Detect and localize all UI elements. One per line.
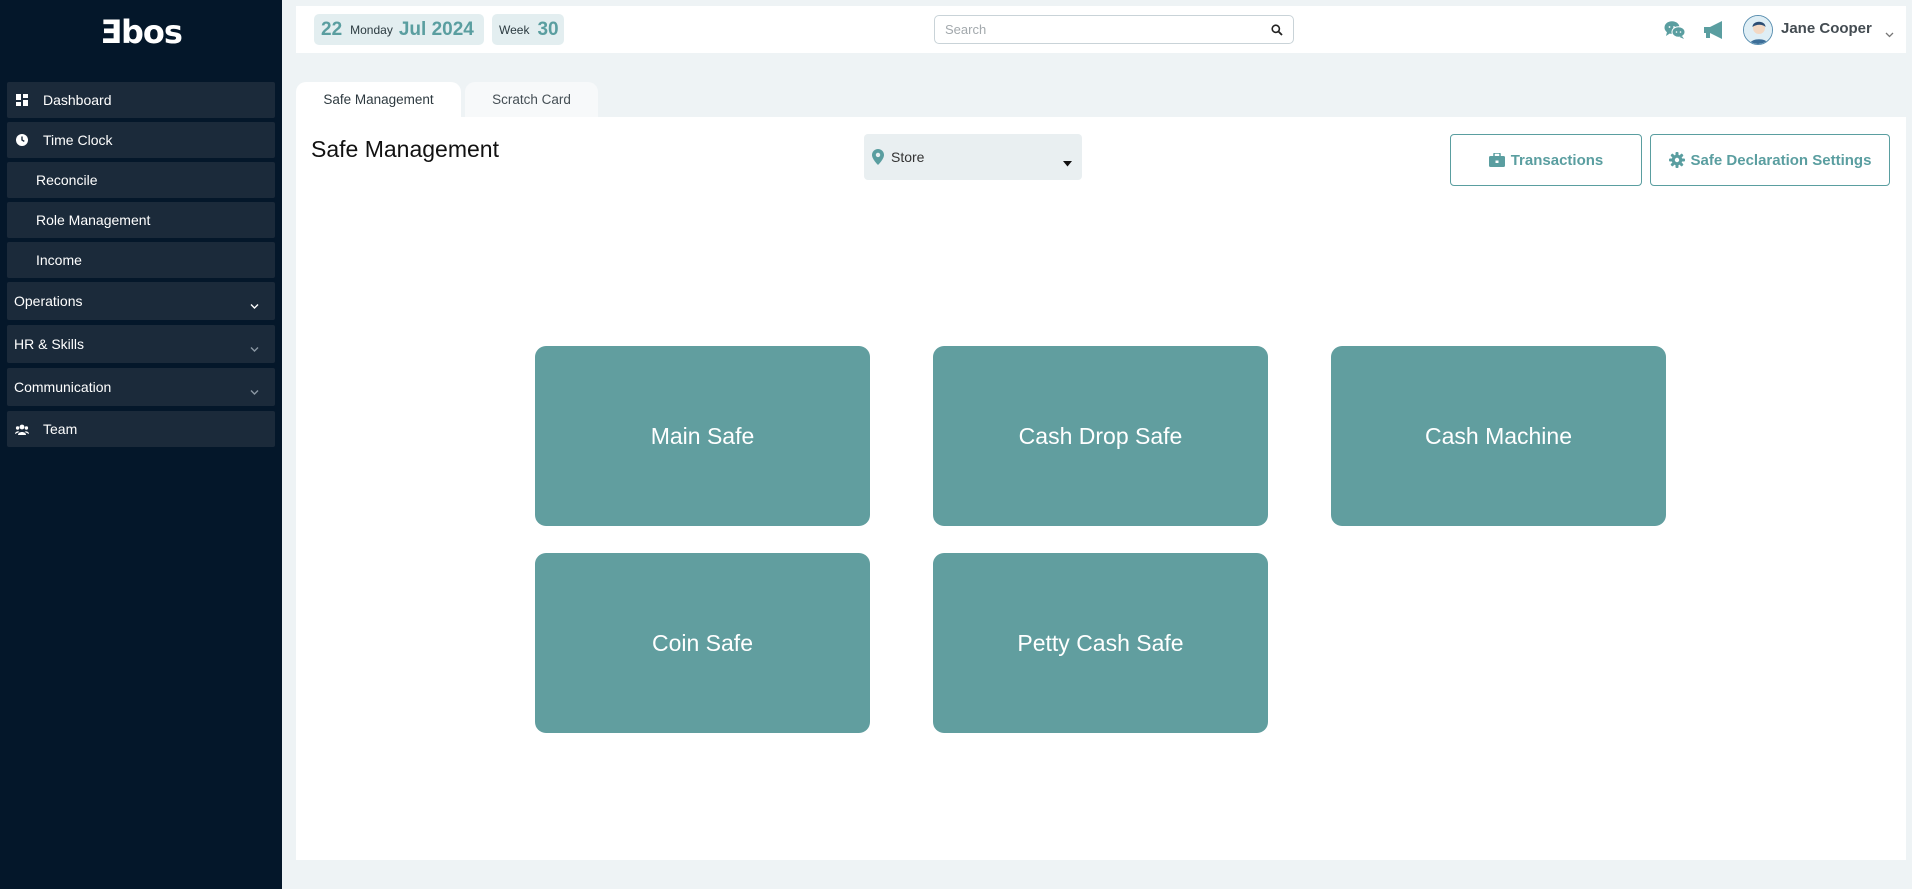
user-avatar[interactable] [1743,15,1773,45]
sidebar-item-label: Income [36,252,82,268]
main-panel: Safe Management Store Transactions Safe … [296,117,1906,860]
week-display: Week 30 [492,14,564,45]
sidebar-item-operations[interactable]: Operations [7,282,275,320]
sidebar-item-time-clock[interactable]: Time Clock [7,122,275,158]
briefcase-icon [1488,152,1505,168]
sidebar-item-communication[interactable]: Communication [7,368,275,406]
sidebar-item-label: Team [43,421,78,437]
search-icon[interactable] [1269,22,1285,38]
safe-declaration-settings-button[interactable]: Safe Declaration Settings [1650,134,1890,186]
store-select[interactable]: Store [864,134,1082,180]
brand-logo[interactable]: Ǝbos [0,12,282,52]
sidebar-item-team[interactable]: Team [7,411,275,447]
tab-safe-management[interactable]: Safe Management [296,82,461,117]
safe-card-label: Cash Drop Safe [1018,422,1183,449]
safe-card-label: Coin Safe [651,629,753,656]
search-input[interactable] [935,16,1255,43]
safe-card-label: Main Safe [650,422,755,449]
sidebar-item-label: Operations [14,293,83,309]
gear-icon [1668,152,1685,168]
sidebar-item-label: HR & Skills [14,336,85,352]
safe-card-label: Petty Cash Safe [1017,629,1184,656]
date-day: 22 [321,18,343,40]
sidebar-item-label: Communication [14,379,112,395]
clock-icon [15,133,29,147]
date-weekday: Monday [350,22,393,37]
safe-card-main-safe[interactable]: Main Safe [535,346,870,526]
chevron-down-icon[interactable] [1885,25,1894,43]
safe-card-label: Cash Machine [1424,422,1573,449]
sidebar-item-label: Reconcile [36,172,98,188]
location-pin-icon [872,149,884,165]
safe-card-coin-safe[interactable]: Coin Safe [535,553,870,733]
sidebar-item-hr-skills[interactable]: HR & Skills [7,325,275,363]
store-select-value: Store [891,149,925,165]
safe-card-cash-machine[interactable]: Cash Machine [1331,346,1666,526]
date-display: 22 Monday Jul 2024 [314,14,484,45]
chevron-down-icon [250,383,259,399]
transactions-label: Transactions [1510,151,1604,169]
sidebar-item-label: Dashboard [43,92,112,108]
safe-declaration-settings-label: Safe Declaration Settings [1690,151,1872,169]
sidebar-item-label: Role Management [36,212,151,228]
week-label: Week [499,22,530,37]
week-number: 30 [537,18,559,40]
user-name[interactable]: Jane Cooper [1781,20,1872,37]
sidebar-item-label: Time Clock [43,132,113,148]
sidebar-item-reconcile[interactable]: Reconcile [7,162,275,198]
chevron-down-icon [250,297,259,313]
chat-icon[interactable] [1663,18,1687,42]
chevron-down-icon [250,340,259,356]
sidebar-item-income[interactable]: Income [7,242,275,278]
megaphone-icon[interactable] [1702,18,1726,42]
dashboard-icon [15,93,29,107]
caret-down-icon [1063,154,1072,172]
page-title: Safe Management [311,136,499,162]
transactions-button[interactable]: Transactions [1450,134,1642,186]
date-month-year: Jul 2024 [398,18,474,40]
team-icon [15,422,29,436]
sidebar-item-role-management[interactable]: Role Management [7,202,275,238]
sidebar-item-dashboard[interactable]: Dashboard [7,82,275,118]
sidebar-nav: Dashboard Time Clock Reconcile Role Mana… [7,82,275,451]
safe-card-petty-cash-safe[interactable]: Petty Cash Safe [933,553,1268,733]
sidebar: Ǝbos Dashboard Time Clock Reconcile Role… [0,0,282,889]
tab-scratch-card[interactable]: Scratch Card [465,82,598,117]
top-bar: 22 Monday Jul 2024 Week 30 Jane Cooper [296,6,1906,53]
app-root: Ǝbos Dashboard Time Clock Reconcile Role… [0,0,1912,889]
safe-card-cash-drop-safe[interactable]: Cash Drop Safe [933,346,1268,526]
search-box [934,15,1294,44]
